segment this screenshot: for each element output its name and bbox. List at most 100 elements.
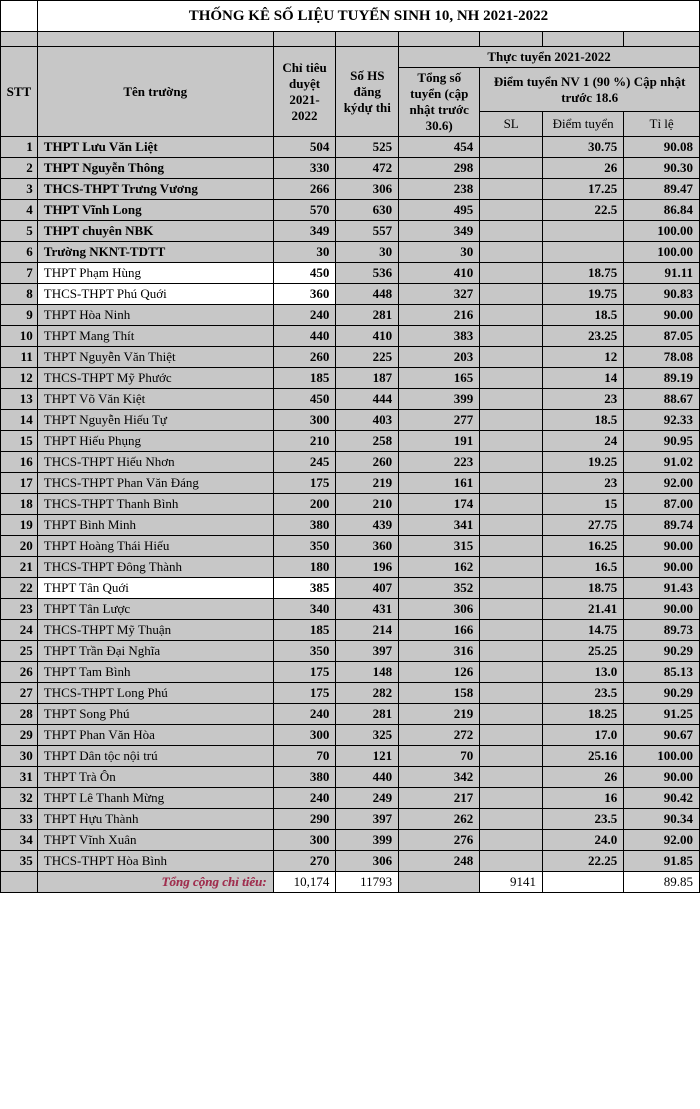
cell-ti: 90.42 <box>624 788 700 809</box>
cell-tong: 399 <box>399 389 480 410</box>
cell-tong: 217 <box>399 788 480 809</box>
cell-stt: 15 <box>1 431 38 452</box>
hdr-thuc: Thực tuyển 2021-2022 <box>399 47 700 68</box>
cell-stt: 30 <box>1 746 38 767</box>
stats-table: THỐNG KÊ SỐ LIỆU TUYỂN SINH 10, NH 2021-… <box>0 0 700 893</box>
table-row: 11THPT Nguyễn Văn Thiệt2602252031278.08 <box>1 347 700 368</box>
cell-ti: 90.29 <box>624 641 700 662</box>
cell-sohs: 439 <box>336 515 399 536</box>
table-row: 20THPT Hoàng Thái Hiếu35036031516.2590.0… <box>1 536 700 557</box>
cell-tong: 306 <box>399 599 480 620</box>
hdr-diem-group: Điểm tuyển NV 1 (90 %) Cập nhật trước 18… <box>480 68 700 112</box>
cell-diem: 21.41 <box>543 599 624 620</box>
cell-stt: 32 <box>1 788 38 809</box>
cell-sl <box>480 179 543 200</box>
cell-sohs: 397 <box>336 641 399 662</box>
cell-stt: 27 <box>1 683 38 704</box>
cell-stt: 22 <box>1 578 38 599</box>
cell-tong: 495 <box>399 200 480 221</box>
cell-tong: 327 <box>399 284 480 305</box>
cell-sl <box>480 809 543 830</box>
cell-tong: 223 <box>399 452 480 473</box>
table-row: 2THPT Nguyễn Thông3304722982690.30 <box>1 158 700 179</box>
cell-chi: 300 <box>273 410 336 431</box>
cell-diem: 27.75 <box>543 515 624 536</box>
cell-diem: 16.5 <box>543 557 624 578</box>
cell-sohs: 260 <box>336 452 399 473</box>
cell-sl <box>480 599 543 620</box>
cell-stt: 16 <box>1 452 38 473</box>
cell-diem: 18.5 <box>543 410 624 431</box>
table-row: 12THCS-THPT Mỹ Phước1851871651489.19 <box>1 368 700 389</box>
cell-stt: 5 <box>1 221 38 242</box>
cell-name: THPT Song Phú <box>37 704 273 725</box>
cell-ti: 87.00 <box>624 494 700 515</box>
cell-stt: 33 <box>1 809 38 830</box>
table-row: 13THPT Võ Văn Kiệt4504443992388.67 <box>1 389 700 410</box>
cell-sl <box>480 662 543 683</box>
cell-sohs: 403 <box>336 410 399 431</box>
cell-ti: 92.33 <box>624 410 700 431</box>
cell-tong: 262 <box>399 809 480 830</box>
total-diem <box>543 872 624 893</box>
table-row: 7THPT Phạm Hùng45053641018.7591.11 <box>1 263 700 284</box>
cell-tong: 316 <box>399 641 480 662</box>
cell-tong: 248 <box>399 851 480 872</box>
cell-name: THPT Hựu Thành <box>37 809 273 830</box>
cell-name: THPT Lưu Văn Liệt <box>37 137 273 158</box>
total-chi: 10,174 <box>273 872 336 893</box>
table-row: 34THPT Vĩnh Xuân30039927624.092.00 <box>1 830 700 851</box>
cell-sohs: 410 <box>336 326 399 347</box>
cell-sl <box>480 725 543 746</box>
cell-name: THPT Trần Đại Nghĩa <box>37 641 273 662</box>
cell-sl <box>480 263 543 284</box>
cell-sl <box>480 767 543 788</box>
cell-sohs: 536 <box>336 263 399 284</box>
cell-diem: 23.25 <box>543 326 624 347</box>
cell-sohs: 360 <box>336 536 399 557</box>
cell-sl <box>480 788 543 809</box>
cell-name: THCS-THPT Mỹ Phước <box>37 368 273 389</box>
cell-sl <box>480 851 543 872</box>
cell-sl <box>480 305 543 326</box>
cell-stt: 13 <box>1 389 38 410</box>
cell-ti: 92.00 <box>624 473 700 494</box>
cell-chi: 350 <box>273 536 336 557</box>
cell-name: THPT Hiếu Phụng <box>37 431 273 452</box>
cell-chi: 450 <box>273 389 336 410</box>
hdr-stt: STT <box>1 47 38 137</box>
cell-ti: 91.11 <box>624 263 700 284</box>
cell-chi: 349 <box>273 221 336 242</box>
cell-chi: 504 <box>273 137 336 158</box>
cell-chi: 240 <box>273 788 336 809</box>
cell-ti: 91.02 <box>624 452 700 473</box>
cell-name: THCS-THPT Phan Văn Đáng <box>37 473 273 494</box>
cell-sl <box>480 746 543 767</box>
cell-diem: 25.16 <box>543 746 624 767</box>
cell-tong: 383 <box>399 326 480 347</box>
cell-name: THPT Phan Văn Hòa <box>37 725 273 746</box>
cell-diem <box>543 221 624 242</box>
table-row: 1THPT Lưu Văn Liệt50452545430.7590.08 <box>1 137 700 158</box>
cell-tong: 165 <box>399 368 480 389</box>
hdr-diem: Điểm tuyển <box>543 112 624 137</box>
cell-chi: 570 <box>273 200 336 221</box>
cell-sohs: 440 <box>336 767 399 788</box>
cell-name: THCS-THPT Thanh Bình <box>37 494 273 515</box>
cell-tong: 191 <box>399 431 480 452</box>
cell-name: THPT Hòa Ninh <box>37 305 273 326</box>
cell-stt: 10 <box>1 326 38 347</box>
cell-sohs: 281 <box>336 704 399 725</box>
cell-tong: 272 <box>399 725 480 746</box>
cell-chi: 200 <box>273 494 336 515</box>
cell-diem <box>543 242 624 263</box>
cell-sohs: 214 <box>336 620 399 641</box>
table-row: 22THPT Tân Quới38540735218.7591.43 <box>1 578 700 599</box>
cell-stt: 1 <box>1 137 38 158</box>
cell-tong: 161 <box>399 473 480 494</box>
cell-ti: 90.95 <box>624 431 700 452</box>
cell-name: THPT Vĩnh Long <box>37 200 273 221</box>
cell-name: THPT Hoàng Thái Hiếu <box>37 536 273 557</box>
cell-stt: 34 <box>1 830 38 851</box>
total-row: Tổng cộng chỉ tiêu: 10,174 11793 9141 89… <box>1 872 700 893</box>
